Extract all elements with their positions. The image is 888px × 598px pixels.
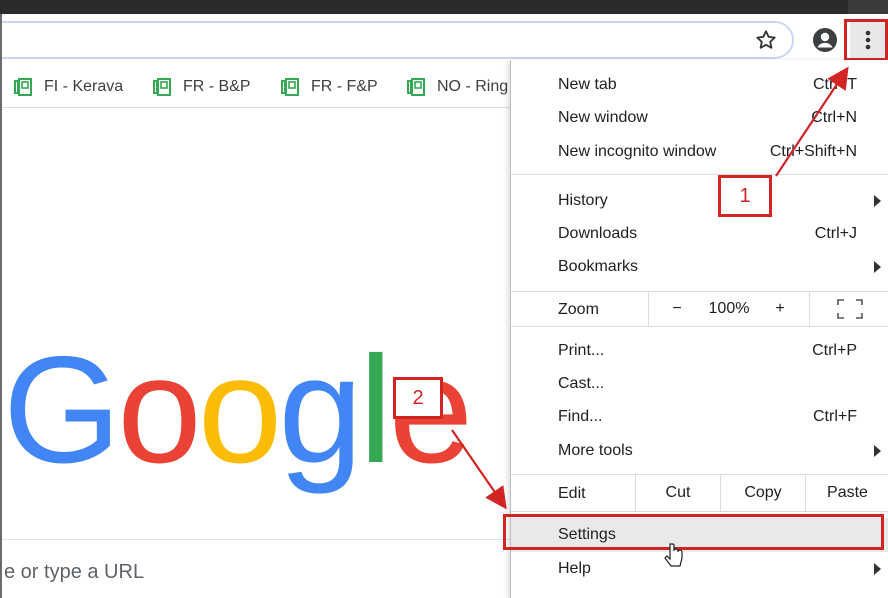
- menu-item-new-tab[interactable]: New tab Ctrl+T: [511, 68, 888, 101]
- new-tab-page: Google e or type a URL: [0, 109, 512, 598]
- menu-item-shortcut: Ctrl+T: [813, 76, 857, 93]
- menu-separator: [511, 511, 888, 512]
- logo-letter: g: [278, 325, 363, 495]
- profile-avatar-icon[interactable]: [810, 25, 840, 55]
- step-2-callout: 2: [393, 377, 443, 419]
- menu-item-label: New window: [558, 109, 648, 126]
- menu-item-history[interactable]: History: [511, 184, 888, 217]
- menu-item-new-incognito-window[interactable]: New incognito window Ctrl+Shift+N: [511, 135, 888, 168]
- search-input[interactable]: e or type a URL: [4, 561, 144, 584]
- bookmark-label: FR - B&P: [183, 78, 251, 95]
- logo-letter: o: [197, 325, 283, 495]
- menu-item-shortcut: Ctrl+Shift+N: [769, 143, 857, 160]
- fullscreen-icon: [837, 299, 863, 319]
- menu-item-label: New tab: [558, 76, 617, 93]
- submenu-arrow-icon: [874, 195, 881, 207]
- search-box-border: [0, 539, 512, 540]
- menu-item-label: New incognito window: [558, 143, 717, 160]
- menu-item-label: More tools: [558, 442, 633, 459]
- bookmark-no-ring[interactable]: NO - Ring: [405, 75, 511, 99]
- menu-zoom-row: Zoom − 100% +: [511, 292, 888, 326]
- window-top-strip: [0, 0, 888, 14]
- bookmark-fr-fp[interactable]: FR - F&P: [279, 75, 378, 99]
- menu-item-cast[interactable]: Cast...: [511, 367, 888, 400]
- menu-item-label: History: [558, 192, 608, 209]
- zoom-level: 100%: [708, 300, 750, 317]
- zoom-out-button[interactable]: −: [651, 292, 703, 326]
- logo-letter: o: [117, 325, 202, 495]
- menu-button-highlight: [844, 19, 888, 61]
- bookmark-label: FI - Kerava: [44, 78, 124, 95]
- menu-edit-row: Edit Cut Copy Paste: [511, 475, 888, 511]
- bookmark-page-icon: [14, 78, 32, 96]
- submenu-arrow-icon: [874, 445, 881, 457]
- zoom-label: Zoom: [558, 301, 599, 318]
- browser-toolbar: [0, 14, 888, 66]
- logo-letter: l: [358, 325, 393, 495]
- menu-item-shortcut: Ctrl+J: [814, 225, 857, 242]
- step-1-callout: 1: [718, 175, 772, 217]
- bookmark-page-icon: [153, 78, 171, 96]
- menu-item-shortcut: Ctrl+N: [811, 109, 857, 126]
- menu-separator: [511, 174, 888, 175]
- address-bar[interactable]: [0, 21, 794, 59]
- menu-item-shortcut: Ctrl+P: [812, 342, 857, 359]
- cut-button[interactable]: Cut: [636, 475, 720, 511]
- menu-item-more-tools[interactable]: More tools: [511, 434, 888, 467]
- zoom-divider: [648, 292, 649, 326]
- menu-item-label: Downloads: [558, 225, 638, 242]
- bookmark-page-icon: [407, 78, 425, 96]
- bookmark-page-icon: [281, 78, 299, 96]
- menu-item-label: Print...: [558, 342, 605, 359]
- mouse-cursor-icon: [664, 543, 684, 576]
- edit-label: Edit: [558, 485, 586, 502]
- bookmark-star-icon[interactable]: [752, 26, 780, 54]
- menu-item-label: Cast...: [558, 375, 605, 392]
- paste-button[interactable]: Paste: [806, 475, 888, 511]
- bookmark-label: NO - Ring: [437, 78, 509, 95]
- submenu-arrow-icon: [874, 261, 881, 273]
- menu-item-label: Bookmarks: [558, 258, 639, 275]
- menu-item-find[interactable]: Find... Ctrl+F: [511, 400, 888, 433]
- submenu-arrow-icon: [874, 563, 881, 575]
- bookmark-fi-kerava[interactable]: FI - Kerava: [12, 75, 123, 99]
- menu-item-bookmarks[interactable]: Bookmarks: [511, 250, 888, 283]
- fullscreen-button[interactable]: [811, 292, 888, 326]
- bookmark-label: FR - F&P: [311, 78, 378, 95]
- zoom-in-button[interactable]: +: [755, 292, 805, 326]
- menu-item-shortcut: Ctrl+F: [813, 408, 857, 425]
- logo-letter: G: [3, 325, 121, 495]
- bookmark-fr-bp[interactable]: FR - B&P: [151, 75, 251, 99]
- window-top-strip-right: [848, 0, 888, 14]
- menu-separator: [511, 326, 888, 327]
- copy-button[interactable]: Copy: [721, 475, 805, 511]
- menu-item-print[interactable]: Print... Ctrl+P: [511, 334, 888, 367]
- menu-item-label: Find...: [558, 408, 603, 425]
- settings-highlight-box: [503, 514, 884, 550]
- menu-item-label: Help: [558, 560, 591, 577]
- window-left-border: [0, 14, 2, 598]
- menu-item-help[interactable]: Help: [511, 552, 888, 585]
- menu-item-new-window[interactable]: New window Ctrl+N: [511, 101, 888, 134]
- zoom-divider: [809, 292, 810, 326]
- menu-item-downloads[interactable]: Downloads Ctrl+J: [511, 217, 888, 250]
